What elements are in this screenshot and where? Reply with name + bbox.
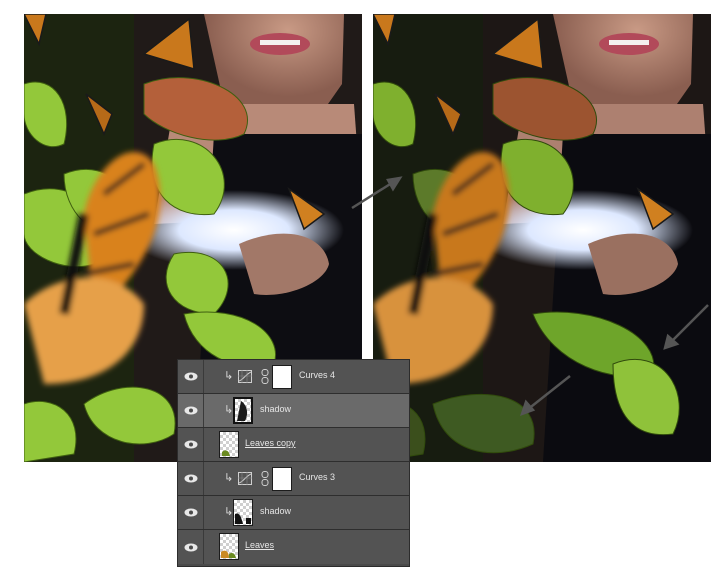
eye-icon[interactable]	[184, 508, 198, 517]
layer-thumbnail[interactable]	[233, 397, 253, 424]
visibility-toggle[interactable]	[178, 428, 204, 461]
layer-row-leaves-copy[interactable]: Leaves copy	[178, 428, 409, 462]
chain-link-icon[interactable]	[261, 369, 269, 384]
eye-icon[interactable]	[184, 372, 198, 381]
layers-panel: ↳ Curves 4 ↳ shadow Leaves copy ↳ Curves…	[177, 359, 410, 567]
visibility-toggle[interactable]	[178, 496, 204, 529]
eye-icon[interactable]	[184, 474, 198, 483]
layer-mask-thumbnail[interactable]	[272, 365, 292, 389]
visibility-toggle[interactable]	[178, 394, 204, 427]
layer-name[interactable]: shadow	[260, 506, 291, 516]
visibility-toggle[interactable]	[178, 530, 204, 564]
layer-name[interactable]: Leaves copy	[245, 438, 296, 448]
curves-adjustment-icon	[238, 472, 252, 485]
layer-thumbnail[interactable]	[219, 533, 239, 560]
clip-arrow-icon: ↳	[224, 403, 234, 416]
layer-name[interactable]: shadow	[260, 404, 291, 414]
eye-icon[interactable]	[184, 440, 198, 449]
layer-name[interactable]: Leaves	[245, 540, 274, 550]
layer-thumbnail[interactable]	[219, 431, 239, 458]
visibility-toggle[interactable]	[178, 462, 204, 495]
eye-icon[interactable]	[184, 543, 198, 552]
layer-name[interactable]: Curves 4	[299, 370, 335, 380]
layer-name[interactable]: Curves 3	[299, 472, 335, 482]
visibility-toggle[interactable]	[178, 360, 204, 393]
clip-arrow-icon: ↳	[224, 471, 234, 484]
chain-link-icon[interactable]	[261, 471, 269, 486]
layer-row-curves-4[interactable]: ↳ Curves 4	[178, 360, 409, 394]
after-image	[373, 14, 711, 462]
curves-adjustment-icon	[238, 370, 252, 383]
clip-arrow-icon: ↳	[224, 369, 234, 382]
layer-row-curves-3[interactable]: ↳ Curves 3	[178, 462, 409, 496]
layer-mask-thumbnail[interactable]	[272, 467, 292, 491]
clip-arrow-icon: ↳	[224, 505, 234, 518]
layer-row-leaves[interactable]: Leaves	[178, 530, 409, 564]
layer-row-shadow-selected[interactable]: ↳ shadow	[178, 394, 409, 428]
layer-row-shadow[interactable]: ↳ shadow	[178, 496, 409, 530]
eye-icon[interactable]	[184, 406, 198, 415]
layer-thumbnail[interactable]	[233, 499, 253, 526]
after-artwork	[373, 14, 711, 462]
